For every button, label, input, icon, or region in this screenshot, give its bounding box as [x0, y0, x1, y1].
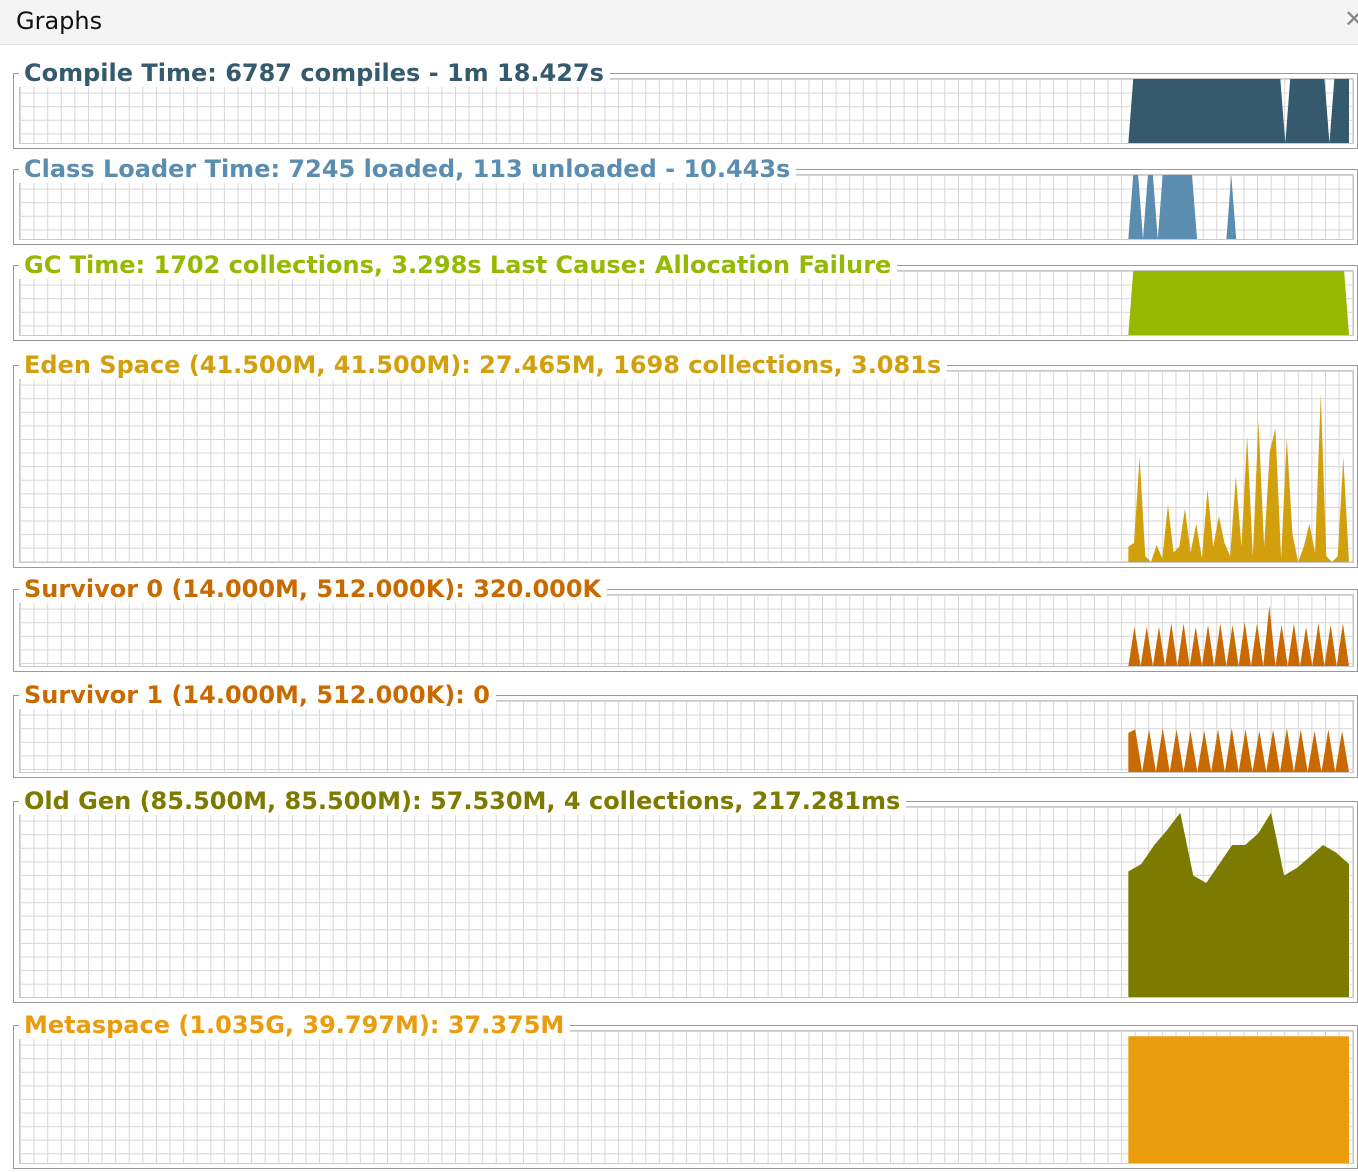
- graph-area: [1128, 812, 1350, 997]
- series-area: [1128, 1036, 1350, 1163]
- graph-title: Compile Time: 6787 compiles - 1m 18.427s: [19, 59, 610, 87]
- graph-plot: [19, 1030, 1354, 1164]
- graph-panel-survivor-0: Survivor 0 (14.000M, 512.000K): 320.000K: [13, 575, 1358, 672]
- graph-plot: [19, 370, 1354, 563]
- series-area: [1128, 271, 1350, 335]
- graph-plot: [19, 700, 1354, 773]
- graph-panel-gc-time: GC Time: 1702 collections, 3.298s Last C…: [13, 251, 1358, 341]
- series-area: [1128, 812, 1350, 997]
- graph-area: [1128, 393, 1350, 562]
- series-area: [1128, 79, 1350, 143]
- graph-plot: [19, 78, 1354, 144]
- graph-title: Survivor 1 (14.000M, 512.000K): 0: [19, 681, 496, 709]
- graph-area: [1128, 728, 1350, 772]
- graph-plot: [19, 594, 1354, 667]
- graph-title: Metaspace (1.035G, 39.797M): 37.375M: [19, 1011, 571, 1039]
- series-area: [1128, 728, 1350, 772]
- graph-title: Eden Space (41.500M, 41.500M): 27.465M, …: [19, 351, 948, 379]
- graph-plot: [19, 806, 1354, 998]
- graph-plot: [19, 270, 1354, 336]
- graph-area: [1128, 1036, 1350, 1163]
- series-area: [1128, 175, 1350, 239]
- series-area: [1128, 393, 1350, 562]
- graph-panel-compile-time: Compile Time: 6787 compiles - 1m 18.427s: [13, 59, 1358, 149]
- graph-title: Class Loader Time: 7245 loaded, 113 unlo…: [19, 155, 797, 183]
- graph-area: [1128, 175, 1350, 239]
- graph-panel-survivor-1: Survivor 1 (14.000M, 512.000K): 0: [13, 681, 1358, 778]
- graph-area: [1128, 271, 1350, 335]
- window-title: Graphs: [16, 7, 103, 35]
- graph-area: [1128, 79, 1350, 143]
- graph-panel-class-loader: Class Loader Time: 7245 loaded, 113 unlo…: [13, 155, 1358, 245]
- graph-title: Survivor 0 (14.000M, 512.000K): 320.000K: [19, 575, 608, 603]
- graph-title: GC Time: 1702 collections, 3.298s Last C…: [19, 251, 898, 279]
- graph-plot: [19, 174, 1354, 240]
- graph-area: [1128, 605, 1350, 666]
- graph-title: Old Gen (85.500M, 85.500M): 57.530M, 4 c…: [19, 787, 907, 815]
- window-titlebar: Graphs ✕: [0, 0, 1358, 45]
- graph-panel-metaspace: Metaspace (1.035G, 39.797M): 37.375M: [13, 1011, 1358, 1169]
- series-area: [1128, 605, 1350, 666]
- graph-panel-eden-space: Eden Space (41.500M, 41.500M): 27.465M, …: [13, 351, 1358, 568]
- graph-panel-old-gen: Old Gen (85.500M, 85.500M): 57.530M, 4 c…: [13, 787, 1358, 1003]
- close-icon[interactable]: ✕: [1344, 6, 1358, 32]
